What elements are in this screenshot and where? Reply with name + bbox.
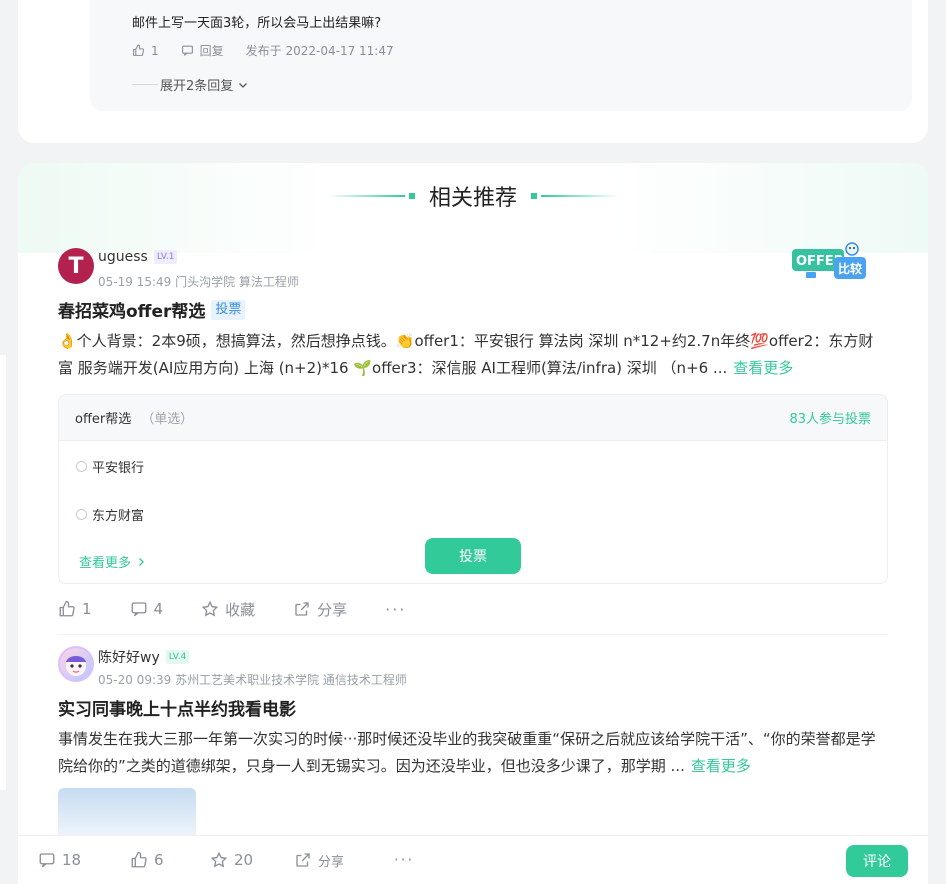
radio-icon[interactable] [76,461,87,472]
chevron-down-icon [239,82,248,88]
post-card[interactable]: T uguess LV.1 05-19 15:49 门头沟学院 算法工程师 OF… [58,242,888,635]
comment-icon [131,602,146,617]
bottom-action-bar: 18 6 20 分享 ··· 评论 [18,835,928,884]
recommendation-title: 相关推荐 [428,186,517,211]
star-icon [210,851,228,868]
header-decoration-left [326,193,419,199]
post-card[interactable]: 陈好好wy LV.4 05-20 09:39 苏州工艺美术职业技术学院 通信技术… [58,643,888,848]
vote-button[interactable]: 投票 [425,538,521,574]
author-meta: 05-20 09:39 苏州工艺美术职业技术学院 通信技术工程师 [98,673,407,687]
write-comment-button[interactable]: 评论 [846,845,908,877]
post-actions: 1 4 收藏 分享 ··· [58,584,888,634]
offer-compare-logo: OFFER 比较 [792,242,866,279]
avatar[interactable]: T [58,248,94,284]
see-more-link[interactable]: 查看更多 [691,757,751,775]
post-divider [58,634,888,635]
vote-see-more-link[interactable]: 查看更多 [79,552,147,571]
reply-date: 发布于 2022-04-17 11:47 [245,44,394,58]
avatar[interactable] [58,646,94,682]
author-meta: 05-19 15:49 门头沟学院 算法工程师 [98,275,299,289]
author-row: T uguess LV.1 05-19 15:49 门头沟学院 算法工程师 OF… [58,242,888,289]
svg-text:比较: 比较 [838,261,862,276]
collect-button[interactable]: 收藏 [201,599,255,620]
thumbs-up-icon [59,600,75,617]
vote-mode: （单选） [141,412,194,427]
reply-box: 邮件上写一天面3轮，所以会马上出结果嘛? 1 回复 发布于 2022-04-17… [90,0,912,111]
reply-like-count: 1 [151,43,159,58]
author-row: 陈好好wy LV.4 05-20 09:39 苏州工艺美术职业技术学院 通信技术… [58,643,888,687]
vote-box: offer帮选 （单选） 83人参与投票 平安银行 东方财富 查看更多 投票 [58,394,888,584]
recommendation-header: 相关推荐 [18,181,928,211]
bottom-share-button[interactable]: 分享 [294,851,344,870]
vote-question: offer帮选 [75,412,132,427]
star-icon [201,600,219,617]
post-body: 事情发生在我大三那一年第一次实习的时候···那时候还没毕业的我突破重重“保研之后… [58,730,876,775]
author-name[interactable]: uguess LV.1 [98,249,178,265]
vote-option[interactable]: 东方财富 [76,505,144,524]
thumbs-up-icon [133,44,145,56]
vote-tag: 投票 [211,299,246,320]
comment-button[interactable]: 4 [130,600,163,618]
level-badge: LV.1 [153,250,178,264]
vote-option[interactable]: 平安银行 [76,457,144,476]
bottom-like-button[interactable]: 6 [130,851,164,869]
bottom-comments-button[interactable]: 18 [38,851,81,869]
avatar-image [66,656,86,676]
reply-like-button[interactable]: 1 [132,44,159,58]
level-badge: LV.4 [165,650,190,664]
share-button[interactable]: 分享 [293,599,347,620]
comment-icon [181,45,193,56]
comment-card: 邮件上写一天面3轮，所以会马上出结果嘛? 1 回复 发布于 2022-04-17… [18,0,928,143]
expand-line [132,84,158,85]
reply-text: 邮件上写一天面3轮，所以会马上出结果嘛? [132,16,382,31]
expand-replies-button[interactable]: 展开2条回复 [132,75,249,94]
expand-label: 展开2条回复 [160,79,234,94]
bottom-more-button[interactable]: ··· [394,851,414,869]
author-name[interactable]: 陈好好wy LV.4 [98,647,190,667]
post-body: 👌个人背景：2本9硕，想搞算法，然后想挣点钱。👏offer1：平安银行 算法岗 … [58,332,874,377]
share-icon [295,602,309,616]
reply-label: 回复 [199,44,224,58]
post-title[interactable]: 春招菜鸡offer帮选 投票 [58,297,888,322]
left-panel-edge [0,355,6,790]
reply-meta: 1 回复 发布于 2022-04-17 11:47 [132,42,416,59]
vote-participants: 83人参与投票 [789,412,871,427]
header-decoration-right [527,193,619,199]
recommendation-card: 相关推荐 T uguess LV.1 05-19 15:49 门头沟学院 算法工… [18,163,928,884]
post-title[interactable]: 实习同事晚上十点半约我看电影 [58,695,888,720]
radio-icon[interactable] [76,509,87,520]
comment-icon [39,853,55,868]
thumbs-up-icon [131,851,147,868]
bottom-collect-button[interactable]: 20 [210,851,253,869]
chevron-right-icon [139,557,144,566]
reply-button[interactable]: 回复 [181,42,224,59]
vote-header: offer帮选 （单选） 83人参与投票 [59,395,887,441]
see-more-link[interactable]: 查看更多 [733,359,793,377]
more-options-button[interactable]: ··· [385,600,406,619]
share-icon [296,853,310,867]
like-button[interactable]: 1 [58,600,92,618]
